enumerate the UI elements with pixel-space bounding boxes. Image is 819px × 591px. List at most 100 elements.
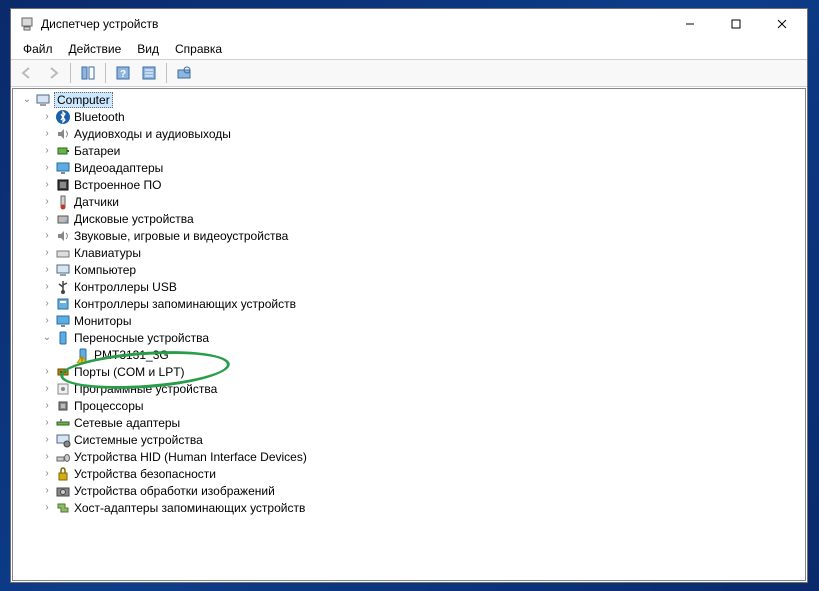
- expander-icon[interactable]: ⌄: [39, 330, 55, 346]
- category-icon: [55, 279, 71, 295]
- tree-category[interactable]: ›Устройства HID (Human Interface Devices…: [37, 448, 805, 465]
- expander-icon[interactable]: ›: [39, 211, 55, 227]
- tree-category[interactable]: ⌄Переносные устройства: [37, 329, 805, 346]
- expander-icon[interactable]: ›: [39, 143, 55, 159]
- tree-category[interactable]: › Мониторы: [37, 312, 805, 329]
- category-icon: [55, 483, 71, 499]
- tree-category[interactable]: ›Процессоры: [37, 397, 805, 414]
- expander-icon[interactable]: ›: [39, 364, 55, 380]
- expander-icon[interactable]: ›: [39, 245, 55, 261]
- tree-category[interactable]: › Bluetooth: [37, 108, 805, 125]
- menu-help[interactable]: Справка: [167, 40, 230, 58]
- tree-category[interactable]: › Контроллеры запоминающих устройств: [37, 295, 805, 312]
- tree-device[interactable]: ! PMT3131_3G: [57, 346, 805, 363]
- expander-icon[interactable]: ›: [39, 398, 55, 414]
- menu-file[interactable]: Файл: [15, 40, 61, 58]
- back-button[interactable]: [15, 61, 39, 85]
- node-label: Дисковые устройства: [74, 212, 194, 226]
- category-icon: [55, 449, 71, 465]
- expander-icon[interactable]: ›: [39, 381, 55, 397]
- tree-category[interactable]: ›Хост-адаптеры запоминающих устройств: [37, 499, 805, 516]
- minimize-button[interactable]: [667, 9, 713, 39]
- show-hide-tree-button[interactable]: [76, 61, 100, 85]
- expander-icon[interactable]: ›: [39, 432, 55, 448]
- device-tree[interactable]: ⌄ Computer › Bluetooth›Аудиовходы и аудиовы…: [12, 88, 806, 581]
- properties-button[interactable]: [137, 61, 161, 85]
- tree-root[interactable]: ⌄ Computer: [17, 91, 805, 108]
- menu-view[interactable]: Вид: [129, 40, 167, 58]
- expander-icon[interactable]: ›: [39, 279, 55, 295]
- tree-category[interactable]: › Встроенное ПО: [37, 176, 805, 193]
- category-icon: [55, 296, 71, 312]
- tree-category[interactable]: › Порты (COM и LPT): [37, 363, 805, 380]
- expander-icon[interactable]: ›: [39, 483, 55, 499]
- help-button[interactable]: ?: [111, 61, 135, 85]
- expander-icon[interactable]: ›: [39, 262, 55, 278]
- node-label: Устройства обработки изображений: [74, 484, 275, 498]
- node-label: Встроенное ПО: [74, 178, 161, 192]
- category-icon: [55, 194, 71, 210]
- expander-icon[interactable]: ›: [39, 228, 55, 244]
- expander-icon[interactable]: ›: [39, 449, 55, 465]
- category-icon: [55, 177, 71, 193]
- node-label: Порты (COM и LPT): [74, 365, 185, 379]
- category-icon: [55, 126, 71, 142]
- close-button[interactable]: [759, 9, 805, 39]
- category-icon: [55, 313, 71, 329]
- svg-text:!: !: [81, 357, 83, 363]
- tree-category[interactable]: › Системные устройства: [37, 431, 805, 448]
- expander-icon[interactable]: ›: [39, 194, 55, 210]
- tree-category[interactable]: ›Звуковые, игровые и видеоустройства: [37, 227, 805, 244]
- device-manager-window: Диспетчер устройств Файл Действие Вид Сп…: [10, 8, 808, 583]
- tree-category[interactable]: › Программные устройства: [37, 380, 805, 397]
- node-label: Системные устройства: [74, 433, 203, 447]
- expander-icon[interactable]: ›: [39, 415, 55, 431]
- node-label: Клавиатуры: [74, 246, 141, 260]
- tree-category[interactable]: › Батареи: [37, 142, 805, 159]
- category-icon: [55, 330, 71, 346]
- category-icon: [55, 143, 71, 159]
- expander-icon[interactable]: ›: [39, 466, 55, 482]
- node-label: PMT3131_3G: [94, 348, 169, 362]
- maximize-button[interactable]: [713, 9, 759, 39]
- computer-icon: [35, 92, 51, 108]
- toolbar: ?: [11, 59, 807, 87]
- tree-category[interactable]: ›Датчики: [37, 193, 805, 210]
- node-label: Контроллеры запоминающих устройств: [74, 297, 296, 311]
- tree-category[interactable]: › Клавиатуры: [37, 244, 805, 261]
- category-icon: [55, 245, 71, 261]
- menu-action[interactable]: Действие: [61, 40, 130, 58]
- scan-hardware-button[interactable]: [172, 61, 196, 85]
- tree-category[interactable]: › Устройства обработки изображений: [37, 482, 805, 499]
- tree-category[interactable]: ›Контроллеры USB: [37, 278, 805, 295]
- node-label: Bluetooth: [74, 110, 125, 124]
- category-icon: [55, 432, 71, 448]
- node-label: Программные устройства: [74, 382, 217, 396]
- expander-icon[interactable]: ›: [39, 177, 55, 193]
- node-label: Мониторы: [74, 314, 131, 328]
- separator: [166, 63, 167, 83]
- node-label: Батареи: [74, 144, 120, 158]
- category-icon: [55, 415, 71, 431]
- category-icon: [55, 109, 71, 125]
- separator: [105, 63, 106, 83]
- tree-category[interactable]: › Дисковые устройства: [37, 210, 805, 227]
- titlebar[interactable]: Диспетчер устройств: [11, 9, 807, 39]
- category-icon: [55, 466, 71, 482]
- forward-button[interactable]: [41, 61, 65, 85]
- expander-icon[interactable]: ⌄: [19, 92, 35, 108]
- tree-category[interactable]: ›Компьютер: [37, 261, 805, 278]
- tree-category[interactable]: ›Видеоадаптеры: [37, 159, 805, 176]
- tree-category[interactable]: ›Сетевые адаптеры: [37, 414, 805, 431]
- expander-icon[interactable]: ›: [39, 126, 55, 142]
- expander-icon[interactable]: ›: [39, 296, 55, 312]
- expander-icon[interactable]: ›: [39, 160, 55, 176]
- tree-category[interactable]: ›Аудиовходы и аудиовыходы: [37, 125, 805, 142]
- expander-icon[interactable]: ›: [39, 500, 55, 516]
- expander-icon[interactable]: ›: [39, 109, 55, 125]
- expander-icon[interactable]: ›: [39, 313, 55, 329]
- node-label: Computer: [54, 92, 113, 108]
- expander-spacer: [59, 347, 75, 363]
- category-icon: [55, 398, 71, 414]
- tree-category[interactable]: ›Устройства безопасности: [37, 465, 805, 482]
